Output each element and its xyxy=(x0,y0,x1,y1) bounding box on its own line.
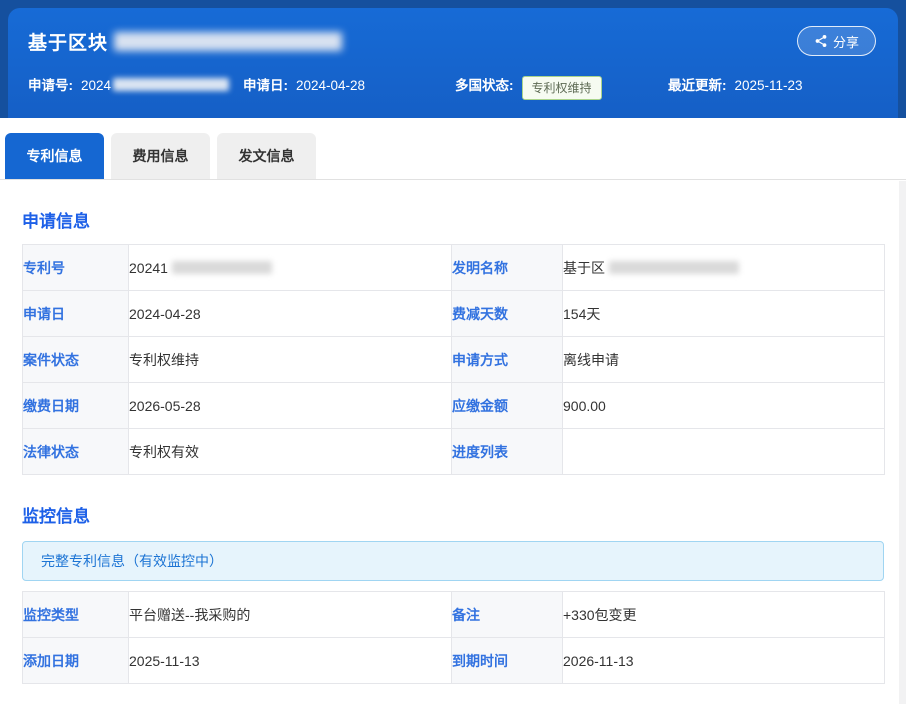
share-button[interactable]: 分享 xyxy=(797,26,876,56)
tab-patent-info[interactable]: 专利信息 xyxy=(5,133,104,179)
monitoring-info-table: 监控类型平台赠送--我采购的备注+330包变更添加日期2025-11-13到期时… xyxy=(22,591,885,684)
header-panel: 基于区块 申请号:2024 申请日:2024-04-28 多国状态:专利权维持 … xyxy=(8,8,898,118)
application-date: 申请日: 2024-04-28 xyxy=(243,74,365,94)
field-value: 专利权有效 xyxy=(129,429,452,475)
field-label: 进度列表 xyxy=(452,429,563,475)
last-updated: 最近更新: 2025-11-23 xyxy=(668,74,803,94)
last-updated-label: 最近更新: xyxy=(668,78,727,93)
field-value: +330包变更 xyxy=(563,592,885,638)
field-label: 申请方式 xyxy=(452,337,563,383)
field-value: 2026-05-28 xyxy=(129,383,452,429)
table-row: 案件状态专利权维持申请方式离线申请 xyxy=(23,337,885,383)
field-label: 申请日 xyxy=(23,291,129,337)
field-value: 154天 xyxy=(563,291,885,337)
status-badge: 专利权维持 xyxy=(522,76,602,100)
table-row: 申请日2024-04-28费减天数154天 xyxy=(23,291,885,337)
field-label: 法律状态 xyxy=(23,429,129,475)
field-value: 基于区 xyxy=(563,245,885,291)
main-content: 申请信息 专利号20241发明名称基于区申请日2024-04-28费减天数154… xyxy=(0,210,906,684)
field-label: 添加日期 xyxy=(23,638,129,684)
table-row: 缴费日期2026-05-28应缴金额900.00 xyxy=(23,383,885,429)
monitoring-info-title: 监控信息 xyxy=(22,505,884,529)
field-value: 专利权维持 xyxy=(129,337,452,383)
application-number: 申请号: 2024 xyxy=(28,74,229,94)
field-value: 2024-04-28 xyxy=(129,291,452,337)
field-value: 平台赠送--我采购的 xyxy=(129,592,452,638)
tab-fee-info[interactable]: 费用信息 xyxy=(111,133,210,179)
table-row: 监控类型平台赠送--我采购的备注+330包变更 xyxy=(23,592,885,638)
field-label: 监控类型 xyxy=(23,592,129,638)
page-title: 基于区块 xyxy=(28,8,878,55)
share-button-label: 分享 xyxy=(833,32,859,51)
header-meta-row: 申请号:2024 申请日:2024-04-28 多国状态:专利权维持 最近更新:… xyxy=(8,74,898,96)
tab-notice-info[interactable]: 发文信息 xyxy=(217,133,316,179)
field-label: 到期时间 xyxy=(452,638,563,684)
redacted-block xyxy=(113,78,229,91)
field-label: 费减天数 xyxy=(452,291,563,337)
redacted-block xyxy=(609,261,739,274)
redacted-block xyxy=(172,261,272,274)
field-label: 备注 xyxy=(452,592,563,638)
table-row: 专利号20241发明名称基于区 xyxy=(23,245,885,291)
field-label: 发明名称 xyxy=(452,245,563,291)
field-value xyxy=(563,429,885,475)
tab-bar: 专利信息费用信息发文信息 xyxy=(0,133,906,180)
field-value: 900.00 xyxy=(563,383,885,429)
application-date-value: 2024-04-28 xyxy=(296,78,365,93)
header-background: 基于区块 申请号:2024 申请日:2024-04-28 多国状态:专利权维持 … xyxy=(0,0,906,118)
page-title-text: 基于区块 xyxy=(28,28,108,55)
table-row: 添加日期2025-11-13到期时间2026-11-13 xyxy=(23,638,885,684)
field-value: 2025-11-13 xyxy=(129,638,452,684)
application-info-title: 申请信息 xyxy=(22,210,884,234)
field-value: 20241 xyxy=(129,245,452,291)
share-icon xyxy=(814,34,828,48)
multi-country-status: 多国状态: 专利权维持 xyxy=(455,74,602,100)
field-value: 2026-11-13 xyxy=(563,638,885,684)
field-value: 离线申请 xyxy=(563,337,885,383)
redacted-title-block xyxy=(114,32,342,51)
field-label: 缴费日期 xyxy=(23,383,129,429)
field-label: 专利号 xyxy=(23,245,129,291)
scrollbar-track[interactable] xyxy=(899,181,906,704)
multi-country-status-label: 多国状态: xyxy=(455,78,514,93)
application-number-label: 申请号: xyxy=(28,78,73,93)
application-date-label: 申请日: xyxy=(243,78,288,93)
field-label: 应缴金额 xyxy=(452,383,563,429)
application-info-table: 专利号20241发明名称基于区申请日2024-04-28费减天数154天案件状态… xyxy=(22,244,885,475)
field-label: 案件状态 xyxy=(23,337,129,383)
monitoring-status-banner: 完整专利信息（有效监控中） xyxy=(22,541,884,581)
application-number-value: 2024 xyxy=(81,78,111,93)
table-row: 法律状态专利权有效进度列表 xyxy=(23,429,885,475)
last-updated-value: 2025-11-23 xyxy=(735,78,803,93)
